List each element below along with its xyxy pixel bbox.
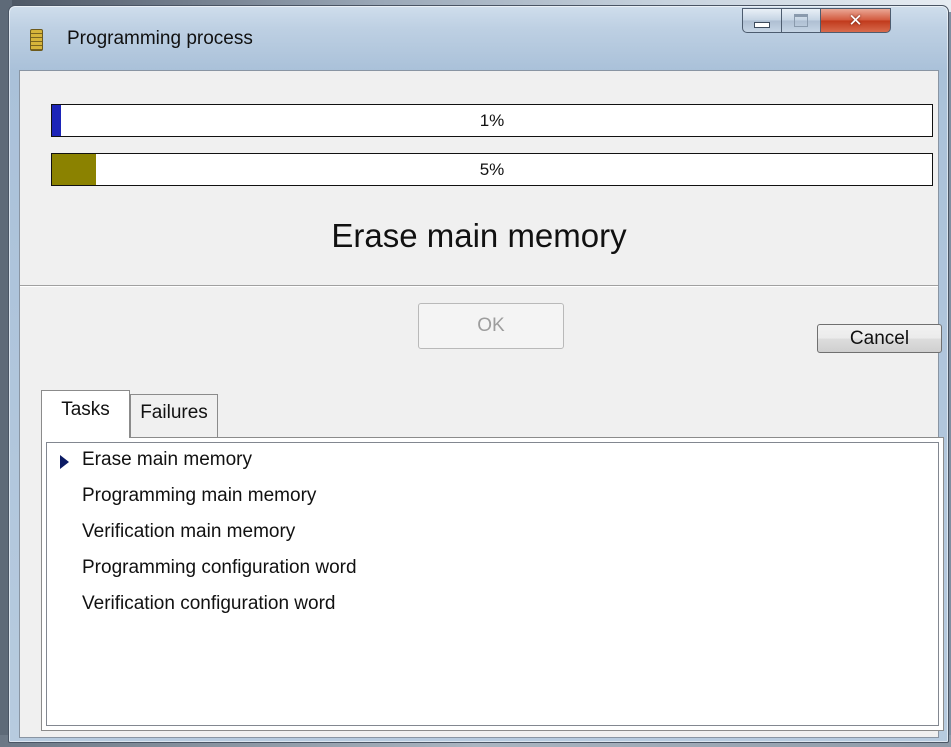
minimize-icon [754,21,770,28]
close-button[interactable]: ✕ [820,8,891,33]
current-task-arrow-icon [60,455,69,469]
current-operation-text: Erase main memory [331,217,627,254]
task-item-programming-configuration-word[interactable]: Programming configuration word [82,557,357,579]
tab-tasks[interactable]: Tasks [41,390,130,438]
tasks-tab-panel: Erase main memory Programming main memor… [41,437,944,731]
task-item-erase-main-memory[interactable]: Erase main memory [82,449,252,471]
task-progress-bar: 5% [51,153,933,186]
tab-failures[interactable]: Failures [130,394,218,437]
maximize-button[interactable] [781,8,821,33]
task-item-programming-main-memory[interactable]: Programming main memory [82,485,316,507]
task-item-verification-main-memory[interactable]: Verification main memory [82,521,295,543]
maximize-icon [794,14,808,27]
dialog-client-area: 1% 5% Erase main memory OK Cancel Tasks … [19,70,944,738]
window-title: Programming process [67,28,253,49]
cancel-button[interactable]: Cancel [817,324,942,353]
overall-progress-label: 1% [479,111,505,130]
ok-button[interactable]: OK [418,303,564,349]
task-list: Erase main memory Programming main memor… [46,442,939,726]
task-item-verification-configuration-word[interactable]: Verification configuration word [82,593,335,615]
overall-progress-bar: 1% [51,104,933,137]
chip-icon [30,29,43,51]
minimize-button[interactable] [742,8,782,33]
programming-process-window: Programming process ✕ 1% 5% Erase main m… [8,5,949,743]
separator-highlight [20,286,938,287]
close-icon: ✕ [848,10,863,31]
task-progress-label: 5% [479,160,505,179]
